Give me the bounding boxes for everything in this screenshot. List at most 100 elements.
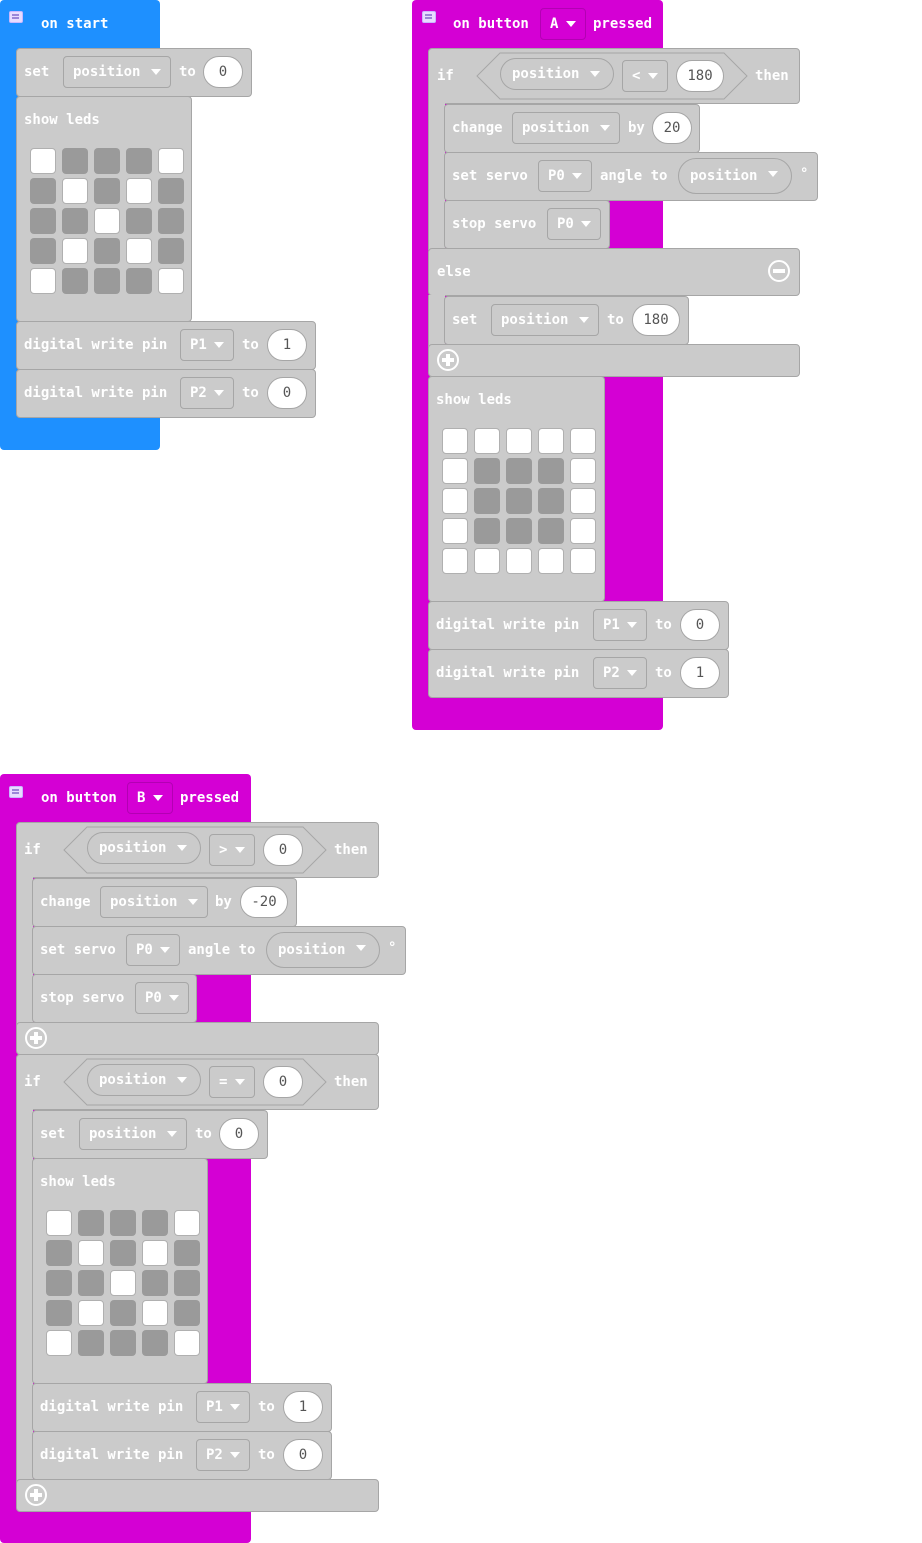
variable-dropdown[interactable]: position — [512, 112, 620, 144]
led-cell[interactable] — [78, 1270, 104, 1296]
led-cell[interactable] — [30, 178, 56, 204]
led-cell[interactable] — [126, 208, 152, 234]
led-cell[interactable] — [506, 488, 532, 514]
led-cell[interactable] — [158, 238, 184, 264]
led-cell[interactable] — [158, 268, 184, 294]
servo-pin-dropdown[interactable]: P0 — [135, 982, 189, 1014]
led-cell[interactable] — [158, 178, 184, 204]
add-else-icon[interactable] — [25, 1484, 47, 1506]
operator-dropdown[interactable]: < — [622, 60, 668, 92]
led-cell[interactable] — [538, 548, 564, 574]
variable-dropdown[interactable]: position — [100, 886, 208, 918]
led-cell[interactable] — [30, 208, 56, 234]
led-cell[interactable] — [94, 208, 120, 234]
led-cell[interactable] — [474, 458, 500, 484]
led-cell[interactable] — [474, 518, 500, 544]
pin-dropdown[interactable]: P1 — [593, 609, 647, 641]
variable-reporter[interactable]: position — [87, 1064, 201, 1096]
led-cell[interactable] — [158, 148, 184, 174]
led-cell[interactable] — [46, 1330, 72, 1356]
comment-icon[interactable] — [422, 11, 436, 23]
led-cell[interactable] — [126, 148, 152, 174]
variable-dropdown[interactable]: position — [491, 304, 599, 336]
pin-dropdown[interactable]: P2 — [180, 377, 234, 409]
led-cell[interactable] — [442, 518, 468, 544]
servo-pin-dropdown[interactable]: P0 — [538, 160, 592, 192]
led-cell[interactable] — [30, 268, 56, 294]
led-cell[interactable] — [142, 1270, 168, 1296]
led-cell[interactable] — [442, 458, 468, 484]
operator-dropdown[interactable]: = — [209, 1066, 255, 1098]
led-cell[interactable] — [110, 1330, 136, 1356]
servo-pin-dropdown[interactable]: P0 — [547, 208, 601, 240]
led-cell[interactable] — [30, 238, 56, 264]
led-cell[interactable] — [442, 548, 468, 574]
variable-reporter[interactable]: position — [87, 832, 201, 864]
led-cell[interactable] — [570, 518, 596, 544]
variable-dropdown[interactable]: position — [63, 56, 171, 88]
led-cell[interactable] — [94, 148, 120, 174]
led-cell[interactable] — [174, 1240, 200, 1266]
led-cell[interactable] — [158, 208, 184, 234]
led-cell[interactable] — [126, 178, 152, 204]
led-cell[interactable] — [62, 268, 88, 294]
led-cell[interactable] — [46, 1240, 72, 1266]
led-cell[interactable] — [78, 1240, 104, 1266]
led-cell[interactable] — [474, 428, 500, 454]
led-cell[interactable] — [538, 428, 564, 454]
led-cell[interactable] — [142, 1210, 168, 1236]
led-cell[interactable] — [570, 488, 596, 514]
led-cell[interactable] — [30, 148, 56, 174]
led-cell[interactable] — [570, 428, 596, 454]
led-cell[interactable] — [94, 178, 120, 204]
led-cell[interactable] — [570, 548, 596, 574]
operator-dropdown[interactable]: > — [209, 834, 255, 866]
pin-dropdown[interactable]: P1 — [196, 1391, 250, 1423]
led-cell[interactable] — [142, 1240, 168, 1266]
led-cell[interactable] — [126, 238, 152, 264]
pin-dropdown[interactable]: P1 — [180, 329, 234, 361]
pin-dropdown[interactable]: P2 — [196, 1439, 250, 1471]
led-cell[interactable] — [94, 238, 120, 264]
led-cell[interactable] — [174, 1330, 200, 1356]
value-input[interactable]: 0 — [263, 1066, 303, 1098]
servo-pin-dropdown[interactable]: P0 — [126, 934, 180, 966]
led-cell[interactable] — [506, 518, 532, 544]
led-cell[interactable] — [442, 488, 468, 514]
led-cell[interactable] — [538, 518, 564, 544]
led-cell[interactable] — [62, 178, 88, 204]
button-dropdown[interactable]: B — [127, 782, 173, 814]
remove-else-icon[interactable] — [768, 260, 790, 282]
led-cell[interactable] — [62, 238, 88, 264]
led-cell[interactable] — [442, 428, 468, 454]
led-cell[interactable] — [110, 1270, 136, 1296]
led-cell[interactable] — [46, 1270, 72, 1296]
variable-reporter[interactable]: position — [500, 58, 614, 90]
led-cell[interactable] — [110, 1300, 136, 1326]
led-cell[interactable] — [506, 428, 532, 454]
value-input[interactable]: 0 — [283, 1439, 323, 1471]
led-cell[interactable] — [174, 1300, 200, 1326]
led-cell[interactable] — [474, 548, 500, 574]
value-input[interactable]: 20 — [652, 112, 692, 144]
value-input[interactable]: -20 — [240, 886, 288, 918]
led-cell[interactable] — [110, 1240, 136, 1266]
led-cell[interactable] — [110, 1210, 136, 1236]
variable-reporter[interactable]: position — [678, 158, 792, 194]
value-input[interactable]: 0 — [267, 377, 307, 409]
value-input[interactable]: 0 — [263, 834, 303, 866]
add-else-icon[interactable] — [25, 1027, 47, 1049]
led-cell[interactable] — [142, 1300, 168, 1326]
value-input[interactable]: 180 — [676, 60, 724, 92]
led-cell[interactable] — [506, 548, 532, 574]
led-cell[interactable] — [538, 458, 564, 484]
button-dropdown[interactable]: A — [540, 8, 586, 40]
led-cell[interactable] — [94, 268, 120, 294]
value-input[interactable]: 1 — [267, 329, 307, 361]
value-input[interactable]: 0 — [680, 609, 720, 641]
add-else-icon[interactable] — [437, 349, 459, 371]
led-cell[interactable] — [142, 1330, 168, 1356]
variable-reporter[interactable]: position — [266, 932, 380, 968]
led-cell[interactable] — [174, 1210, 200, 1236]
led-cell[interactable] — [506, 458, 532, 484]
